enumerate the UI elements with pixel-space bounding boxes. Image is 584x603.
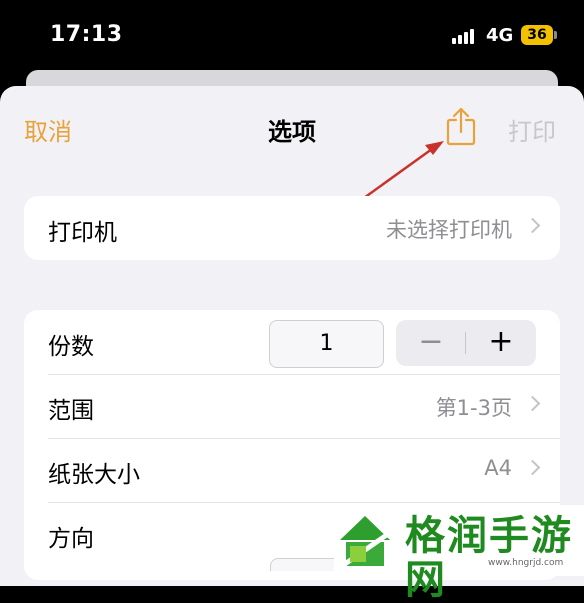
watermark-url: www.hngrjd.com [488,558,564,568]
status-bar: 17:13 4G 36 [0,0,584,72]
paper-size-row[interactable]: 纸张大小 A4 [24,438,560,502]
printer-label: 打印机 [48,220,117,246]
battery-icon: 36 [521,25,557,45]
paper-size-value: A4 [484,456,512,480]
range-value: 第1-3页 [435,396,512,420]
share-icon[interactable] [446,106,476,146]
copies-field[interactable]: 1 [269,320,384,368]
printer-row[interactable]: 打印机 未选择打印机 [24,196,560,260]
copies-stepper: − + [396,320,536,366]
site-logo-icon [336,512,394,570]
chevron-right-icon [524,217,541,234]
chevron-right-icon [524,459,541,476]
copies-row: 份数 1 − + [24,310,560,374]
decrement-button[interactable]: − [396,320,466,366]
network-type: 4G [486,25,514,46]
printer-group: 打印机 未选择打印机 [24,196,560,260]
paper-size-label: 纸张大小 [48,462,140,488]
cellular-signal-icon [452,28,478,44]
print-button[interactable]: 打印 [508,112,556,147]
page-title: 选项 [268,118,316,146]
chevron-right-icon [524,395,541,412]
range-row[interactable]: 范围 第1-3页 [24,374,560,438]
copies-label: 份数 [48,334,94,360]
orientation-label: 方向 [48,526,94,552]
increment-button[interactable]: + [466,320,536,366]
status-time: 17:13 [50,22,123,47]
range-label: 范围 [48,398,94,424]
printer-value: 未选择打印机 [386,218,512,242]
